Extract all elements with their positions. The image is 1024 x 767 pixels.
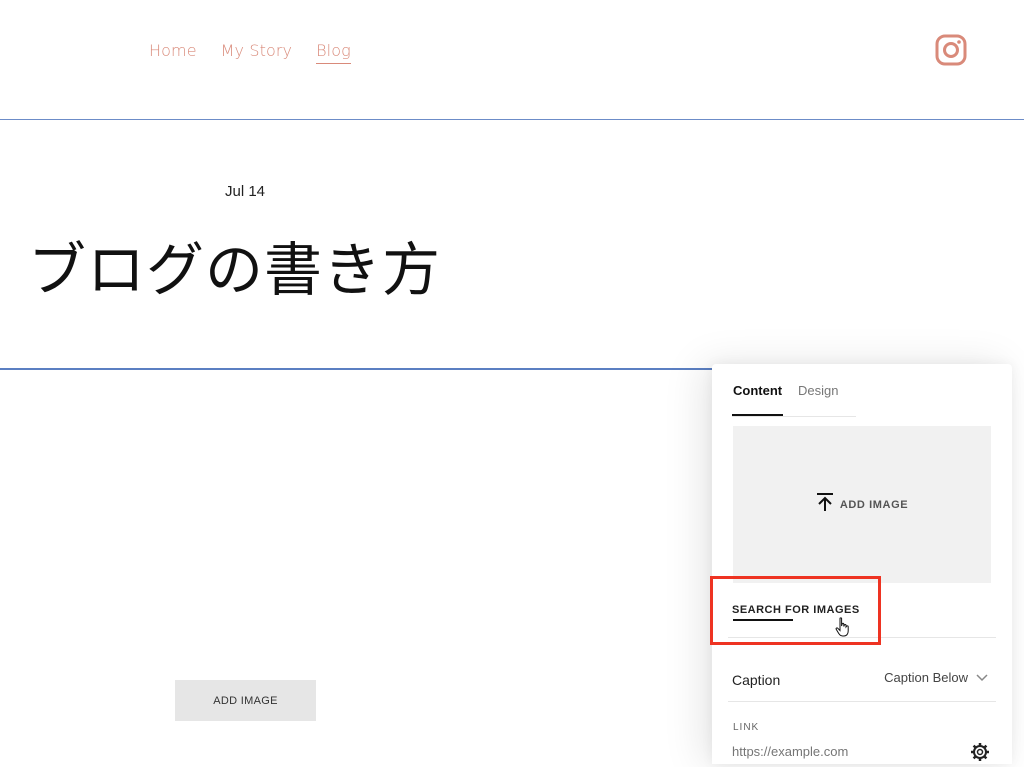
instagram-icon[interactable] bbox=[935, 34, 967, 66]
panel-divider bbox=[728, 701, 996, 702]
hand-pointer-cursor-icon bbox=[835, 617, 851, 642]
add-image-block-button[interactable]: ADD IMAGE bbox=[175, 680, 316, 721]
dropzone-label: ADD IMAGE bbox=[839, 498, 909, 511]
tab-design[interactable]: Design bbox=[798, 383, 838, 398]
link-label: LINK bbox=[733, 722, 760, 733]
link-url-input[interactable] bbox=[732, 744, 972, 759]
gear-icon[interactable] bbox=[970, 742, 990, 767]
search-link-underline bbox=[733, 619, 793, 621]
search-for-images-link[interactable]: SEARCH FOR IMAGES bbox=[732, 604, 860, 616]
chevron-down-icon bbox=[976, 670, 988, 685]
nav-blog[interactable]: Blog bbox=[316, 41, 351, 64]
active-tab-indicator bbox=[732, 414, 783, 416]
header-divider bbox=[0, 119, 1024, 120]
tab-content[interactable]: Content bbox=[733, 383, 782, 398]
caption-value: Caption Below bbox=[884, 670, 968, 685]
post-date: Jul 14 bbox=[225, 183, 266, 200]
panel-tabs: Content Design bbox=[732, 364, 856, 417]
panel-divider bbox=[728, 637, 996, 638]
title-divider bbox=[0, 368, 712, 370]
caption-label: Caption bbox=[732, 672, 781, 688]
nav-home[interactable]: Home bbox=[149, 41, 197, 64]
upload-icon bbox=[816, 492, 834, 517]
image-block-editor-panel: Content Design ADD IMAGE SEARCH FOR IMAG… bbox=[712, 364, 1012, 764]
nav-my-story[interactable]: My Story bbox=[221, 41, 292, 64]
post-title[interactable]: ブログの書き方 bbox=[28, 237, 441, 304]
caption-dropdown[interactable]: Caption Below bbox=[884, 670, 988, 685]
image-dropzone[interactable]: ADD IMAGE bbox=[733, 426, 991, 583]
main-nav: Home My Story Blog bbox=[149, 41, 351, 64]
site-header: Home My Story Blog bbox=[0, 0, 1024, 120]
